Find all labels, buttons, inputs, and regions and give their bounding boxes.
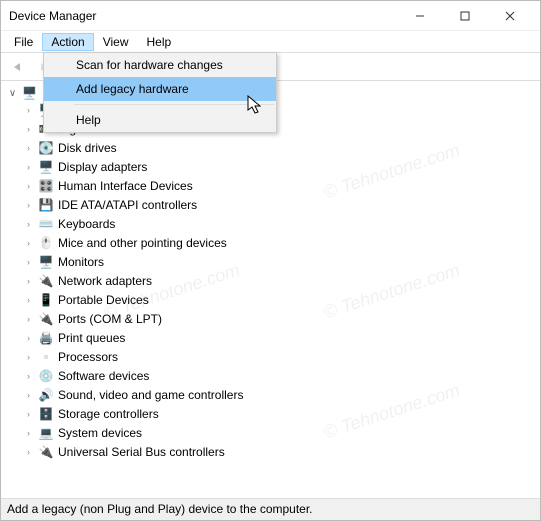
device-category-icon: 🗄️ <box>38 407 54 423</box>
titlebar: Device Manager <box>1 1 540 31</box>
chevron-right-icon[interactable]: › <box>23 140 34 157</box>
tree-item[interactable]: ›🔊Sound, video and game controllers <box>7 386 540 405</box>
tree-item[interactable]: ›🔌Network adapters <box>7 272 540 291</box>
tree-item[interactable]: ›💾IDE ATA/ATAPI controllers <box>7 196 540 215</box>
menu-help[interactable]: Help <box>138 33 181 51</box>
tree-item[interactable]: ›🎛️Human Interface Devices <box>7 177 540 196</box>
device-category-icon: 💽 <box>38 141 54 157</box>
menubar: File Action View Help <box>1 31 540 53</box>
tree-item[interactable]: ›🖥️Monitors <box>7 253 540 272</box>
tree-item[interactable]: ›💿Software devices <box>7 367 540 386</box>
chevron-right-icon[interactable]: › <box>23 159 34 176</box>
tree-item-label: Sound, video and game controllers <box>58 387 243 404</box>
device-category-icon: 🔊 <box>38 388 54 404</box>
tree-item-label: IDE ATA/ATAPI controllers <box>58 197 197 214</box>
tree-item[interactable]: ›⌨️Keyboards <box>7 215 540 234</box>
chevron-right-icon[interactable]: › <box>23 387 34 404</box>
collapse-icon[interactable]: ∨ <box>7 88 18 99</box>
maximize-button[interactable] <box>442 2 487 30</box>
chevron-right-icon[interactable]: › <box>23 292 34 309</box>
dropdown-add-legacy-label: Add legacy hardware <box>76 82 189 96</box>
tree-item-label: Software devices <box>58 368 149 385</box>
chevron-right-icon[interactable]: › <box>23 216 34 233</box>
tree-content: © Tehnotone.com © Tehnotone.com © Tehnot… <box>1 81 540 499</box>
device-category-icon: 💿 <box>38 369 54 385</box>
tree-item[interactable]: ›🖱️Mice and other pointing devices <box>7 234 540 253</box>
dropdown-separator <box>74 104 274 105</box>
chevron-right-icon[interactable]: › <box>23 368 34 385</box>
tree-item-label: Print queues <box>58 330 125 347</box>
menu-view[interactable]: View <box>94 33 138 51</box>
tree-item[interactable]: ›🔌Ports (COM & LPT) <box>7 310 540 329</box>
tree-item-label: Portable Devices <box>58 292 149 309</box>
device-category-icon: 🔌 <box>38 445 54 461</box>
tree-item-label: Monitors <box>58 254 104 271</box>
tree-item-label: Mice and other pointing devices <box>58 235 227 252</box>
tree-item[interactable]: ›💻System devices <box>7 424 540 443</box>
tree-item-label: Ports (COM & LPT) <box>58 311 162 328</box>
window-title: Device Manager <box>9 9 397 23</box>
dropdown-scan[interactable]: Scan for hardware changes <box>44 53 276 77</box>
tree-item-label: Storage controllers <box>58 406 159 423</box>
device-category-icon: 🔌 <box>38 274 54 290</box>
chevron-right-icon[interactable]: › <box>23 425 34 442</box>
chevron-right-icon[interactable]: › <box>23 330 34 347</box>
tree-item-label: Universal Serial Bus controllers <box>58 444 225 461</box>
tree-item-label: Human Interface Devices <box>58 178 193 195</box>
tree-item[interactable]: ›🖥️Display adapters <box>7 158 540 177</box>
tree-item-label: Network adapters <box>58 273 152 290</box>
tree-item[interactable]: ›🔌Universal Serial Bus controllers <box>7 443 540 462</box>
close-button[interactable] <box>487 2 532 30</box>
device-category-icon: 💻 <box>38 426 54 442</box>
tree-item[interactable]: ›🗄️Storage controllers <box>7 405 540 424</box>
chevron-right-icon[interactable]: › <box>23 178 34 195</box>
tree-item-label: System devices <box>58 425 142 442</box>
chevron-right-icon[interactable]: › <box>23 102 34 119</box>
chevron-right-icon[interactable]: › <box>23 444 34 461</box>
chevron-right-icon[interactable]: › <box>23 121 34 138</box>
status-text: Add a legacy (non Plug and Play) device … <box>7 502 313 516</box>
device-category-icon: 📱 <box>38 293 54 309</box>
tree-item-label: Display adapters <box>58 159 147 176</box>
tree-item[interactable]: ›🖨️Print queues <box>7 329 540 348</box>
statusbar: Add a legacy (non Plug and Play) device … <box>1 498 540 520</box>
chevron-right-icon[interactable]: › <box>23 406 34 423</box>
tree-item-label: Disk drives <box>58 140 117 157</box>
chevron-right-icon[interactable]: › <box>23 235 34 252</box>
dropdown-scan-label: Scan for hardware changes <box>76 58 223 72</box>
tree-item-label: Keyboards <box>58 216 115 233</box>
dropdown-help-label: Help <box>76 113 101 127</box>
device-category-icon: 💾 <box>38 198 54 214</box>
chevron-right-icon[interactable]: › <box>23 349 34 366</box>
device-tree: ∨ 🖥️ ›🖥️Computer›📼Digital Media Devices›… <box>1 81 540 462</box>
tree-item-label: Processors <box>58 349 118 366</box>
minimize-button[interactable] <box>397 2 442 30</box>
tree-item[interactable]: ›💽Disk drives <box>7 139 540 158</box>
device-category-icon: 🖥️ <box>38 255 54 271</box>
back-button[interactable] <box>7 56 29 78</box>
menu-action[interactable]: Action <box>42 33 93 51</box>
device-category-icon: 🖨️ <box>38 331 54 347</box>
tree-item[interactable]: ›▫️Processors <box>7 348 540 367</box>
window-controls <box>397 2 532 30</box>
dropdown-help[interactable]: Help <box>44 108 276 132</box>
dropdown-add-legacy[interactable]: Add legacy hardware <box>44 77 276 101</box>
device-category-icon: 🖱️ <box>38 236 54 252</box>
tree-item[interactable]: ›📱Portable Devices <box>7 291 540 310</box>
device-category-icon: 🔌 <box>38 312 54 328</box>
menu-file[interactable]: File <box>5 33 42 51</box>
action-dropdown: Scan for hardware changes Add legacy har… <box>43 52 277 133</box>
device-category-icon: 🖥️ <box>38 160 54 176</box>
device-category-icon: ▫️ <box>38 350 54 366</box>
chevron-right-icon[interactable]: › <box>23 273 34 290</box>
device-category-icon: ⌨️ <box>38 217 54 233</box>
device-category-icon: 🎛️ <box>38 179 54 195</box>
computer-icon: 🖥️ <box>22 86 37 100</box>
chevron-right-icon[interactable]: › <box>23 311 34 328</box>
chevron-right-icon[interactable]: › <box>23 197 34 214</box>
chevron-right-icon[interactable]: › <box>23 254 34 271</box>
